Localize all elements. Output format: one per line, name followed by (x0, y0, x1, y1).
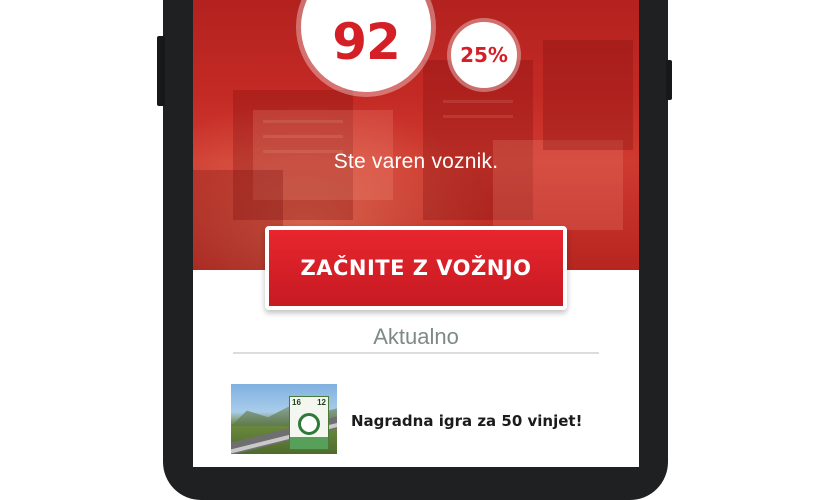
app-screen: 92 25% Ste varen voznik. ZAČNITE Z VOŽNJ… (193, 0, 639, 467)
vignette-label-left: 16 (292, 398, 301, 407)
phone-power-button (666, 60, 672, 100)
news-section-title: Aktualno (373, 324, 459, 349)
news-item-title: Nagradna igra za 50 vinjet! (351, 412, 583, 430)
section-divider (233, 352, 599, 354)
safety-score-value: 92 (332, 13, 401, 71)
percentile-value: 25% (460, 43, 508, 67)
vignette-label-right: 12 (317, 398, 326, 407)
start-driving-button[interactable]: ZAČNITE Z VOŽNJO (265, 226, 567, 310)
news-thumbnail: 16 12 (231, 384, 337, 454)
phone-side-button (157, 36, 165, 106)
vignette-sticker-image: 16 12 (289, 396, 329, 450)
news-item[interactable]: 16 12 Nagradna igra za 50 vinjet! (231, 384, 631, 456)
safety-score-ring: 92 (301, 0, 431, 92)
driver-status-text: Ste varen voznik. (333, 150, 499, 173)
percentile-ring: 25% (451, 22, 517, 88)
